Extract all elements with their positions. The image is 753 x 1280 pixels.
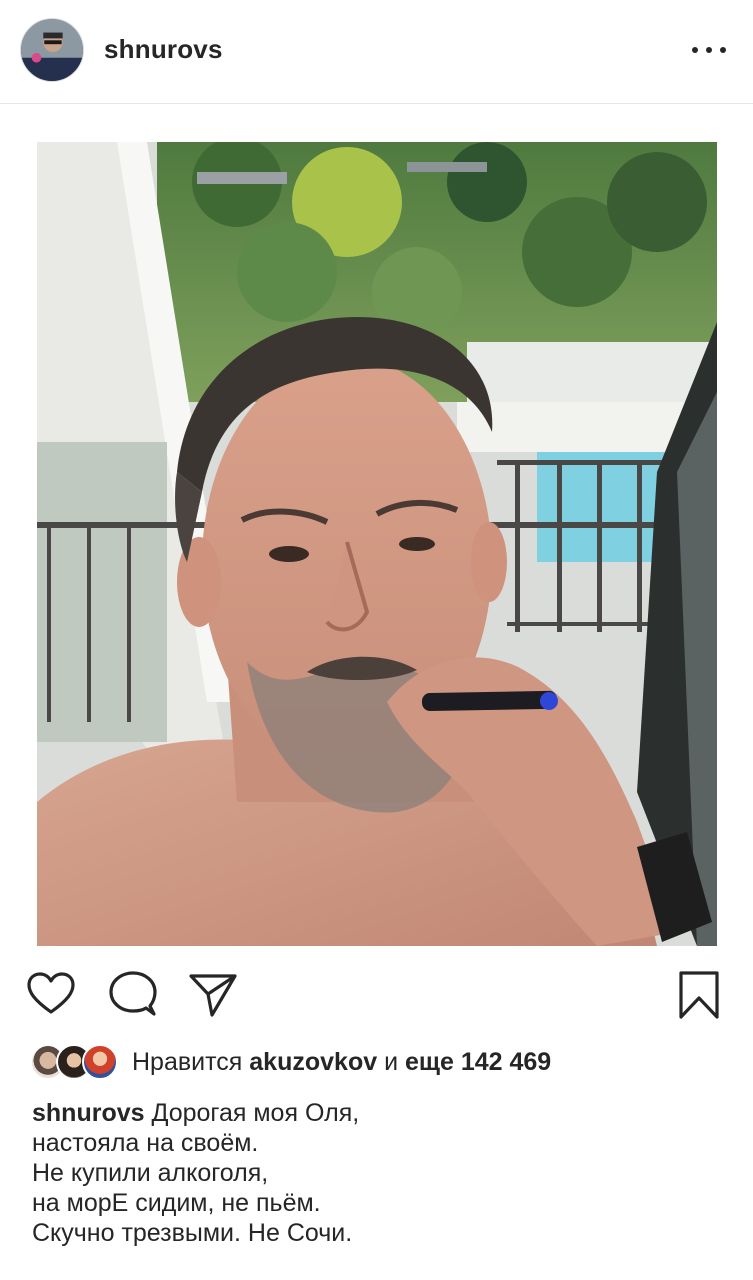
likes-conj: и bbox=[384, 1047, 399, 1076]
likes-count[interactable]: еще 142 469 bbox=[405, 1048, 551, 1076]
caption-line: на морЕ сидим, не пьём. bbox=[32, 1189, 321, 1217]
post-photo[interactable] bbox=[37, 142, 717, 946]
likes-text: Нравится akuzovkov и еще 142 469 bbox=[132, 1048, 551, 1077]
caption-line: Не купили алкоголя, bbox=[32, 1159, 269, 1187]
caption-line: настояла на своём. bbox=[32, 1129, 259, 1157]
avatar-image bbox=[21, 19, 83, 81]
bookmark-icon[interactable] bbox=[676, 970, 722, 1020]
caption-username[interactable]: shnurovs bbox=[32, 1099, 145, 1127]
header-username[interactable]: shnurovs bbox=[104, 34, 223, 65]
caption-text: Дорогая моя Оля, bbox=[151, 1099, 360, 1127]
selfie-photo-image bbox=[37, 142, 717, 946]
post-actions-bar bbox=[0, 960, 753, 1030]
user-avatar[interactable] bbox=[20, 18, 84, 82]
likes-prefix: Нравится bbox=[132, 1047, 243, 1076]
caption-line: Скучно трезвыми. Не Сочи. bbox=[32, 1219, 353, 1247]
caption-line: shnurovs Дорогая моя Оля, bbox=[32, 1098, 732, 1128]
likes-user-link[interactable]: akuzovkov bbox=[249, 1048, 377, 1076]
post-header: shnurovs bbox=[0, 0, 753, 104]
post-caption: shnurovs Дорогая моя Оля, настояла на св… bbox=[32, 1098, 732, 1248]
more-options-icon[interactable] bbox=[692, 40, 726, 60]
comment-icon[interactable] bbox=[108, 970, 158, 1020]
liker-avatar bbox=[82, 1044, 118, 1080]
likes-summary[interactable]: Нравится akuzovkov и еще 142 469 bbox=[30, 1042, 551, 1082]
heart-icon[interactable] bbox=[26, 970, 76, 1020]
send-icon[interactable] bbox=[188, 970, 238, 1020]
